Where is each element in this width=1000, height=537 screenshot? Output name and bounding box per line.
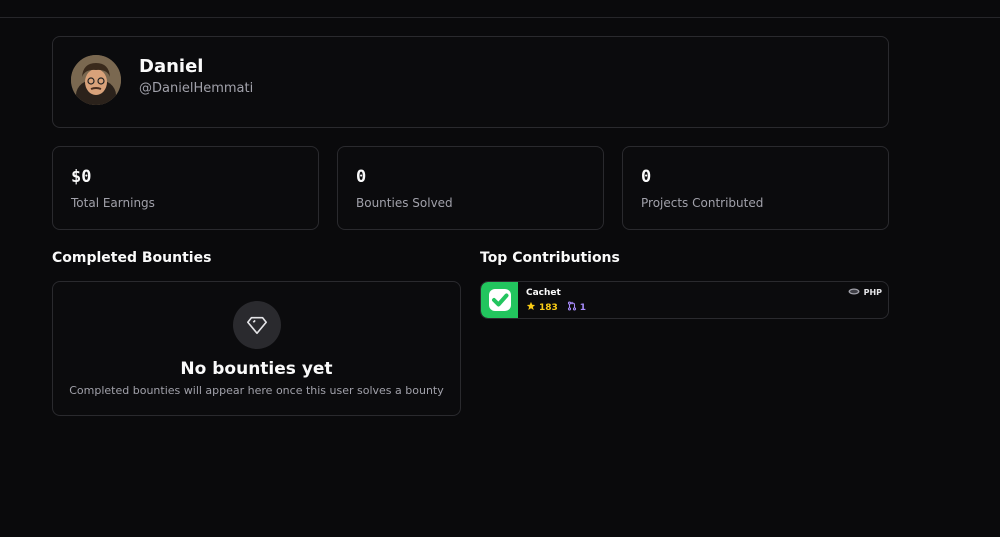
language-label: PHP (863, 288, 882, 297)
top-bar (0, 0, 1000, 18)
repo-name[interactable]: Cachet (526, 288, 561, 298)
completed-bounties-title: Completed Bounties (52, 250, 212, 266)
star-count: 183 (539, 302, 558, 313)
php-icon (848, 288, 860, 297)
top-contributions-title: Top Contributions (480, 250, 620, 266)
profile-card: Daniel @DanielHemmati (52, 36, 889, 128)
stat-value: 0 (356, 167, 367, 187)
empty-state-card: No bounties yet Completed bounties will … (52, 281, 461, 416)
pull-request-count: 1 (579, 302, 587, 313)
repo-logo-icon (481, 282, 518, 318)
star-icon (526, 301, 536, 314)
avatar (71, 55, 121, 105)
empty-state-subtitle: Completed bounties will appear here once… (69, 384, 444, 397)
language-badge: PHP (848, 288, 882, 297)
stat-card-projects: 0 Projects Contributed (622, 146, 889, 230)
repo-stats: 183 1 (526, 301, 586, 314)
stat-value: 0 (641, 167, 652, 187)
contribution-item[interactable]: Cachet 183 1 PHP (480, 281, 889, 319)
diamond-icon (233, 301, 281, 349)
profile-handle: @DanielHemmati (139, 81, 254, 96)
stat-card-bounties-solved: 0 Bounties Solved (337, 146, 604, 230)
profile-name: Daniel (139, 56, 204, 77)
stat-value: $0 (71, 167, 92, 187)
stat-label: Bounties Solved (356, 196, 453, 210)
empty-state-title: No bounties yet (180, 359, 333, 379)
stat-label: Total Earnings (71, 196, 155, 210)
stat-card-earnings: $0 Total Earnings (52, 146, 319, 230)
pull-request-icon (567, 301, 577, 314)
stat-label: Projects Contributed (641, 196, 764, 210)
